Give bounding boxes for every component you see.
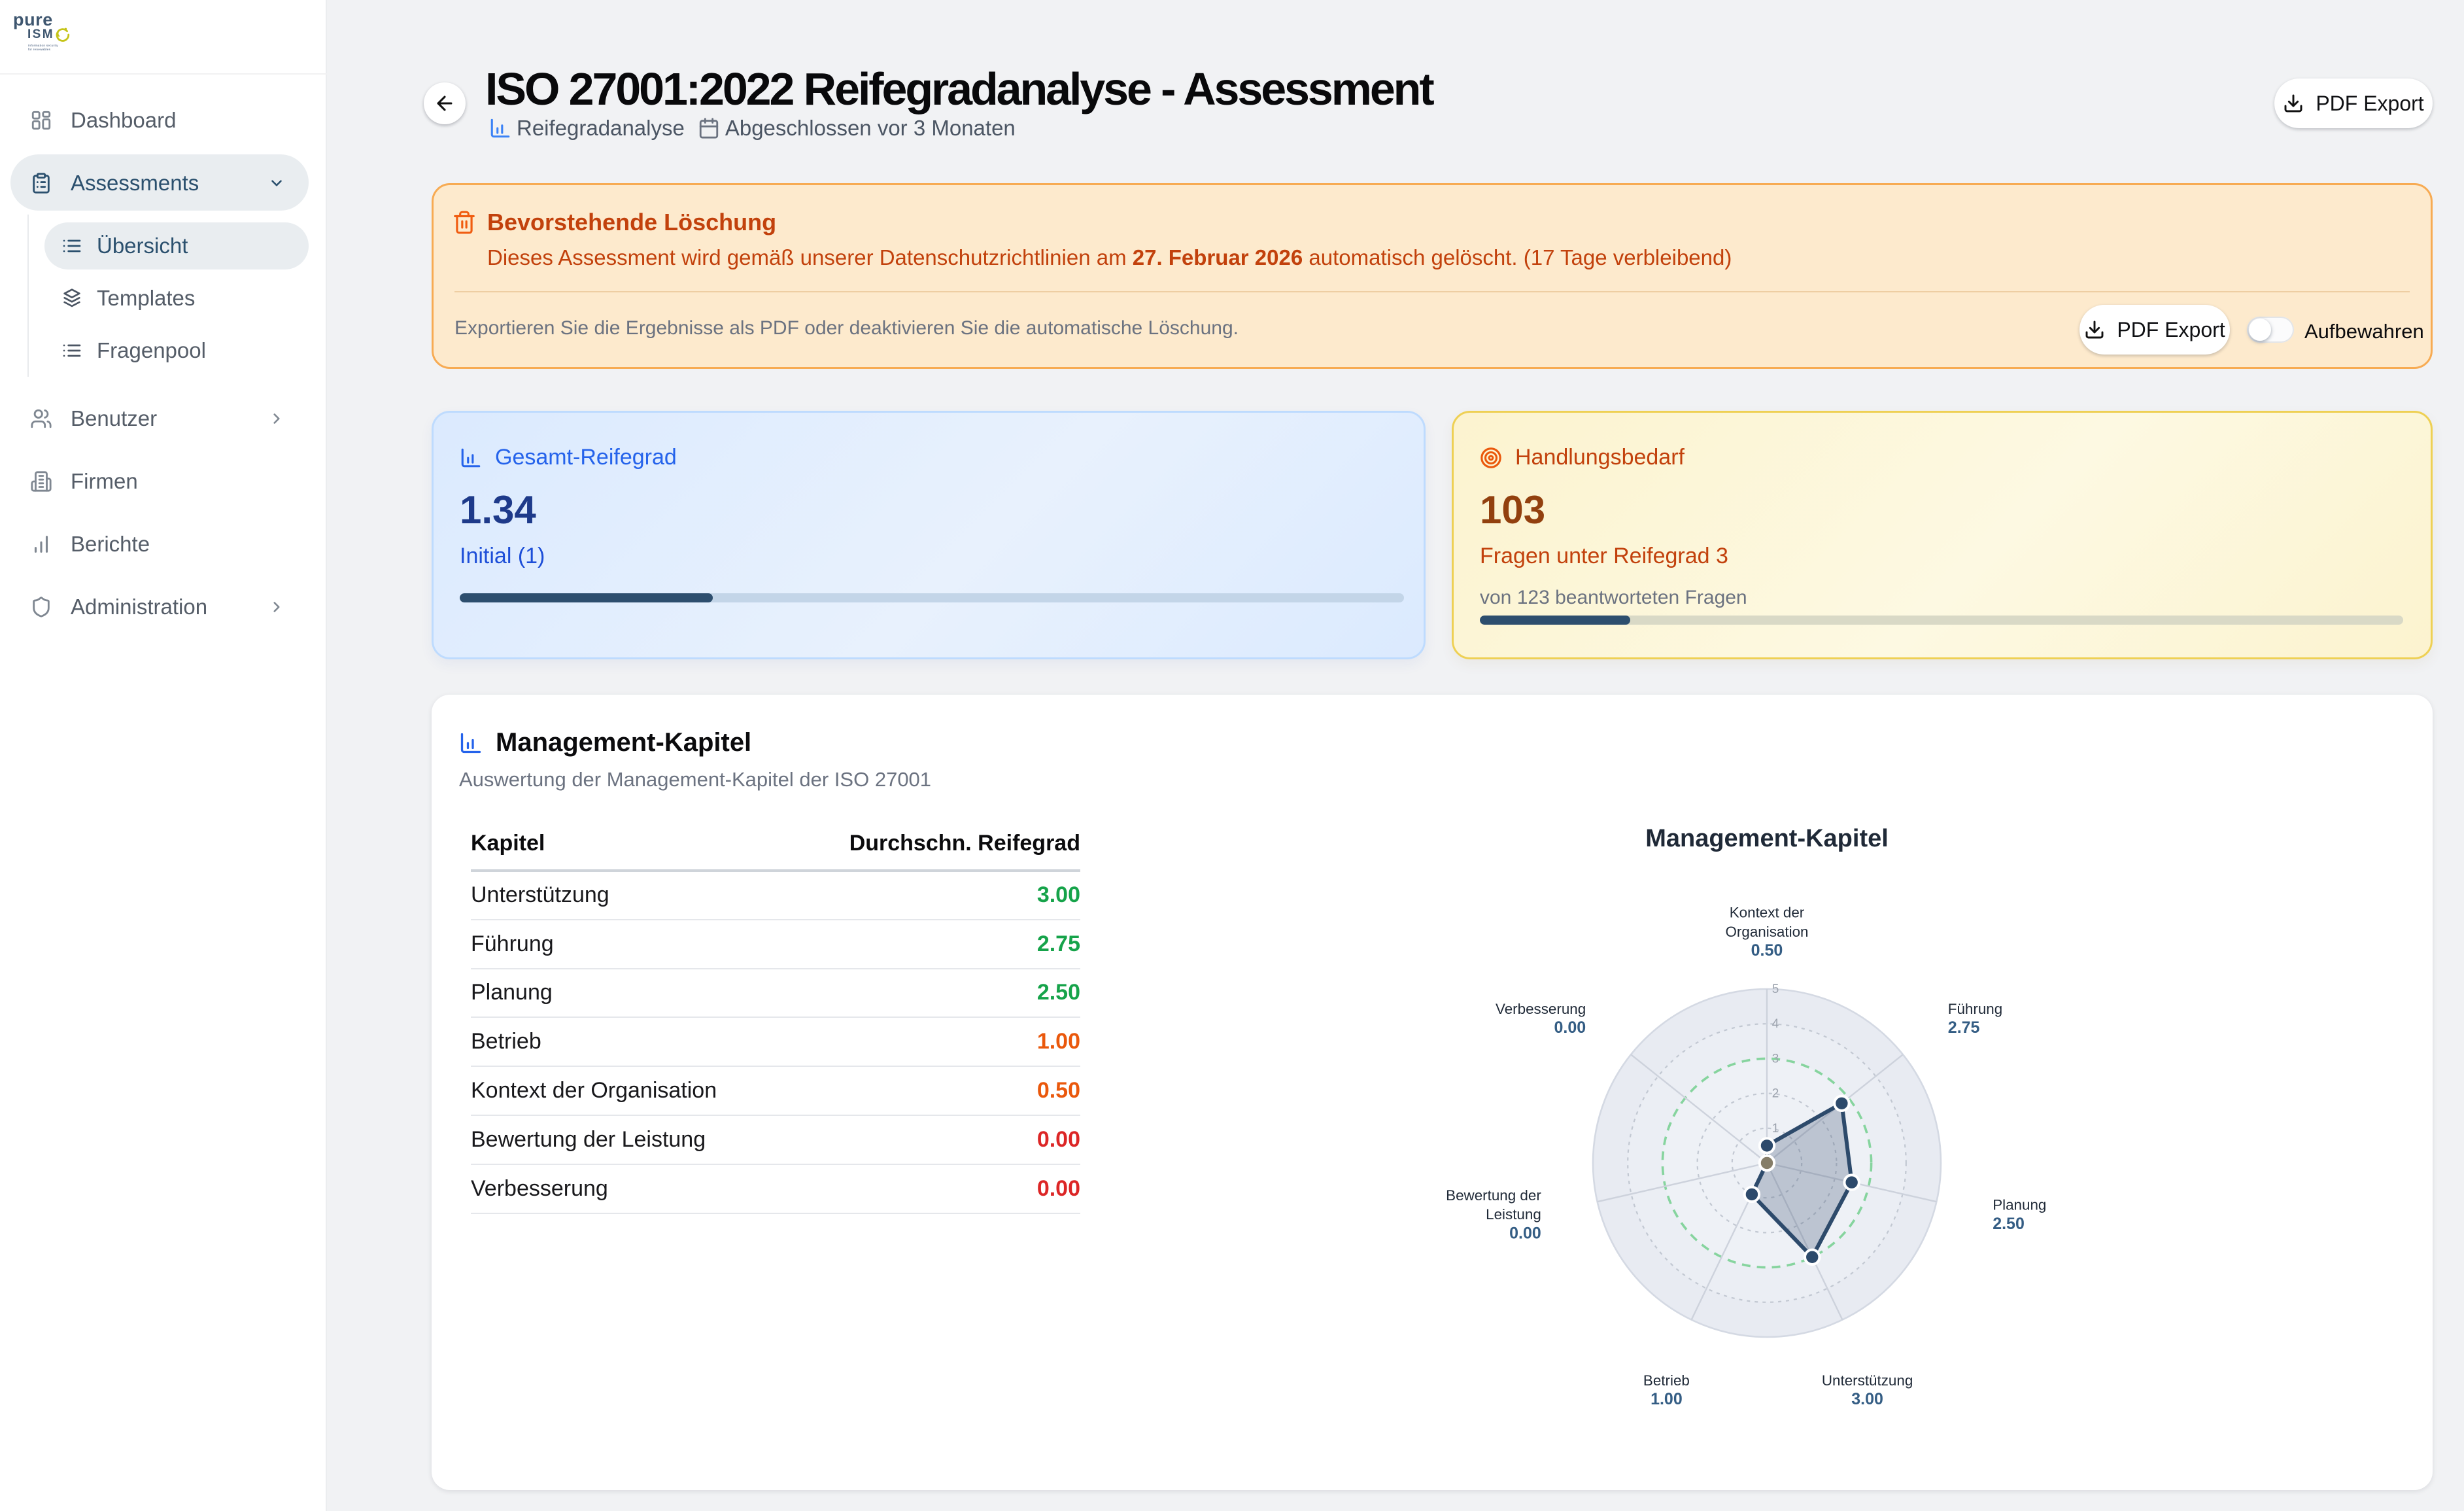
svg-text:Kontext der: Kontext der [1730,905,1805,921]
svg-text:Planung: Planung [1993,1197,2046,1213]
svg-text:1: 1 [1772,1122,1779,1136]
svg-text:Organisation: Organisation [1726,924,1809,940]
svg-text:5: 5 [1772,982,1779,996]
svg-text:Leistung: Leistung [1486,1206,1541,1223]
svg-text:Unterstützung: Unterstützung [1822,1372,1913,1389]
svg-text:3: 3 [1772,1052,1779,1066]
svg-text:4: 4 [1772,1017,1779,1031]
svg-text:2: 2 [1772,1087,1779,1101]
svg-text:Verbesserung: Verbesserung [1496,1001,1586,1017]
svg-text:3.00: 3.00 [1851,1390,1883,1408]
svg-text:Bewertung der: Bewertung der [1446,1187,1541,1204]
svg-text:0.00: 0.00 [1554,1018,1586,1037]
svg-text:2.75: 2.75 [1948,1018,1980,1037]
svg-text:1.00: 1.00 [1651,1390,1683,1408]
svg-text:0.50: 0.50 [1751,941,1783,960]
svg-text:Management-Kapitel: Management-Kapitel [1645,825,1889,852]
svg-text:0.00: 0.00 [1509,1224,1541,1242]
svg-text:Betrieb: Betrieb [1643,1372,1690,1389]
svg-text:Führung: Führung [1948,1001,2002,1017]
svg-text:2.50: 2.50 [1993,1215,2025,1233]
